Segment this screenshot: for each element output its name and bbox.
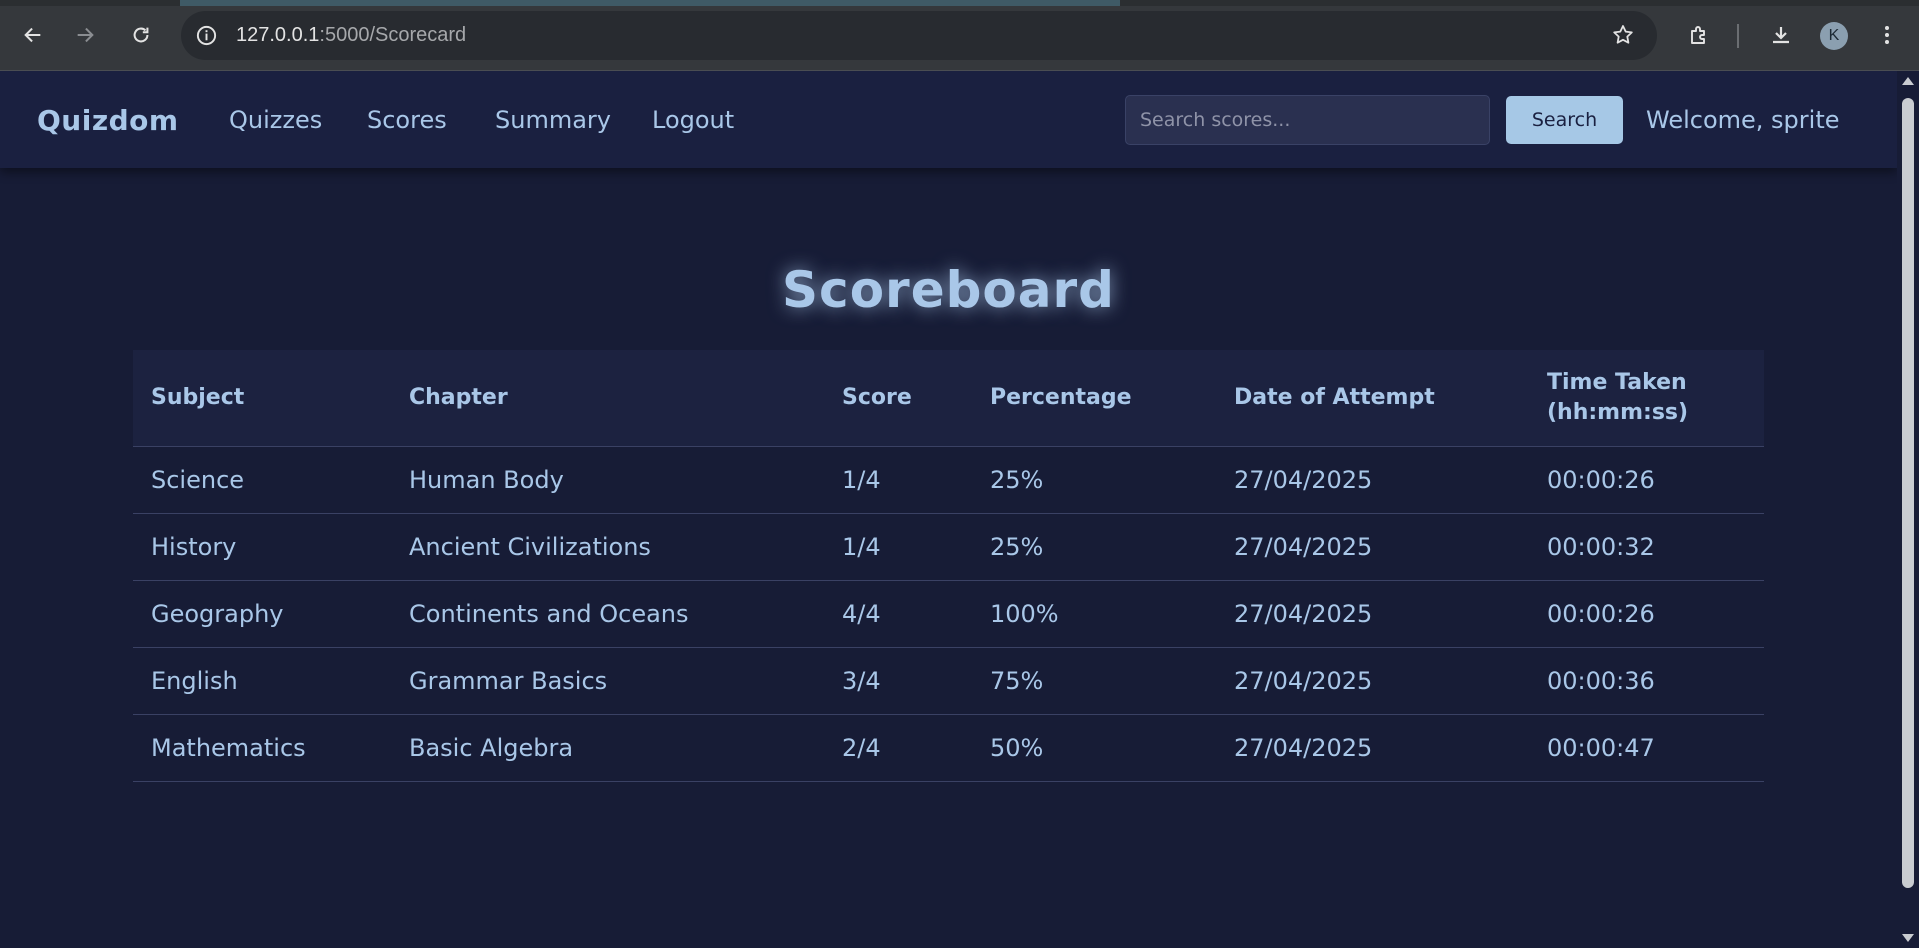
nav-link-quizzes[interactable]: Quizzes xyxy=(229,106,322,134)
cell-chapter: Grammar Basics xyxy=(391,646,824,714)
extensions-icon xyxy=(1691,26,1705,44)
cell-score: 3/4 xyxy=(824,646,972,714)
cell-score: 1/4 xyxy=(824,512,972,580)
scores-table: Subject Chapter Score Percentage Date of… xyxy=(133,350,1764,782)
url-path: :5000/Scorecard xyxy=(319,24,467,46)
page-scrollbar[interactable] xyxy=(1897,71,1919,948)
header-chapter: Chapter xyxy=(409,384,508,410)
url-text[interactable]: 127.0.0.1:5000/Scorecard xyxy=(236,24,466,47)
search-button[interactable]: Search xyxy=(1506,96,1623,144)
cell-subject: Science xyxy=(133,445,391,513)
cell-date: 27/04/2025 xyxy=(1216,512,1529,580)
cell-subject: English xyxy=(133,646,391,714)
cell-time-taken: 00:00:32 xyxy=(1529,512,1764,580)
table-row: Science Human Body 1/4 25% 27/04/2025 00… xyxy=(133,445,1764,513)
toolbar-divider xyxy=(1737,24,1739,48)
forward-button[interactable] xyxy=(68,18,102,52)
cell-subject: History xyxy=(133,512,391,580)
address-bar[interactable]: 127.0.0.1:5000/Scorecard xyxy=(181,11,1657,60)
table-row: English Grammar Basics 3/4 75% 27/04/202… xyxy=(133,646,1764,714)
downloads-button[interactable] xyxy=(1764,18,1798,52)
cell-chapter: Basic Algebra xyxy=(391,713,824,782)
table-row: Mathematics Basic Algebra 2/4 50% 27/04/… xyxy=(133,713,1764,782)
nav-link-summary[interactable]: Summary xyxy=(495,106,611,134)
browser-menu-button[interactable] xyxy=(1870,18,1904,52)
active-tab-indicator[interactable] xyxy=(180,0,1120,6)
header-date-of-attempt: Date of Attempt xyxy=(1234,384,1435,410)
table-header-row: Subject Chapter Score Percentage Date of… xyxy=(133,350,1764,446)
header-score: Score xyxy=(842,384,912,410)
scroll-up-arrow-icon[interactable] xyxy=(1902,77,1914,85)
table-row: Geography Continents and Oceans 4/4 100%… xyxy=(133,579,1764,647)
scrollbar-thumb[interactable] xyxy=(1902,98,1914,888)
cell-time-taken: 00:00:26 xyxy=(1529,579,1764,647)
tab-strip xyxy=(0,0,1919,6)
cell-score: 4/4 xyxy=(824,579,972,647)
cell-date: 27/04/2025 xyxy=(1216,445,1529,513)
site-info-icon[interactable] xyxy=(195,24,218,47)
cell-percentage: 25% xyxy=(972,445,1216,513)
download-icon xyxy=(1773,27,1789,44)
cell-date: 27/04/2025 xyxy=(1216,713,1529,782)
header-time-taken: Time Taken (hh:mm:ss) xyxy=(1547,369,1689,425)
cell-score: 1/4 xyxy=(824,445,972,513)
menu-dots-icon xyxy=(1885,26,1889,44)
reload-button[interactable] xyxy=(124,18,158,52)
cell-subject: Mathematics xyxy=(133,713,391,782)
welcome-message: Welcome, sprite xyxy=(1646,106,1840,134)
reload-icon xyxy=(133,27,149,43)
back-arrow-icon xyxy=(24,27,41,43)
cell-chapter: Continents and Oceans xyxy=(391,579,824,647)
cell-percentage: 50% xyxy=(972,713,1216,782)
profile-avatar[interactable]: K xyxy=(1820,22,1848,50)
page-title: Scoreboard xyxy=(782,261,1115,319)
nav-link-logout[interactable]: Logout xyxy=(652,106,734,134)
cell-time-taken: 00:00:26 xyxy=(1529,445,1764,513)
search-input[interactable] xyxy=(1125,95,1490,145)
scroll-down-arrow-icon[interactable] xyxy=(1902,934,1914,942)
cell-subject: Geography xyxy=(133,579,391,647)
forward-arrow-icon xyxy=(77,27,94,43)
cell-time-taken: 00:00:36 xyxy=(1529,646,1764,714)
bookmark-star-icon[interactable] xyxy=(1611,23,1635,47)
header-percentage: Percentage xyxy=(990,384,1132,410)
brand-logo[interactable]: Quizdom xyxy=(37,104,179,137)
cell-percentage: 25% xyxy=(972,512,1216,580)
cell-chapter: Ancient Civilizations xyxy=(391,512,824,580)
header-subject: Subject xyxy=(151,384,245,410)
cell-score: 2/4 xyxy=(824,713,972,782)
nav-link-scores[interactable]: Scores xyxy=(367,106,447,134)
site-navbar: Quizdom Quizzes Scores Summary Logout Se… xyxy=(0,71,1897,168)
back-button[interactable] xyxy=(16,18,50,52)
cell-chapter: Human Body xyxy=(391,445,824,513)
cell-date: 27/04/2025 xyxy=(1216,579,1529,647)
table-row: History Ancient Civilizations 1/4 25% 27… xyxy=(133,512,1764,580)
page-content: Quizdom Quizzes Scores Summary Logout Se… xyxy=(0,71,1897,948)
cell-percentage: 75% xyxy=(972,646,1216,714)
url-host: 127.0.0.1 xyxy=(236,24,320,46)
browser-toolbar: 127.0.0.1:5000/Scorecard K xyxy=(0,0,1919,71)
cell-date: 27/04/2025 xyxy=(1216,646,1529,714)
cell-percentage: 100% xyxy=(972,579,1216,647)
extensions-button[interactable] xyxy=(1682,18,1716,52)
cell-time-taken: 00:00:47 xyxy=(1529,713,1764,782)
